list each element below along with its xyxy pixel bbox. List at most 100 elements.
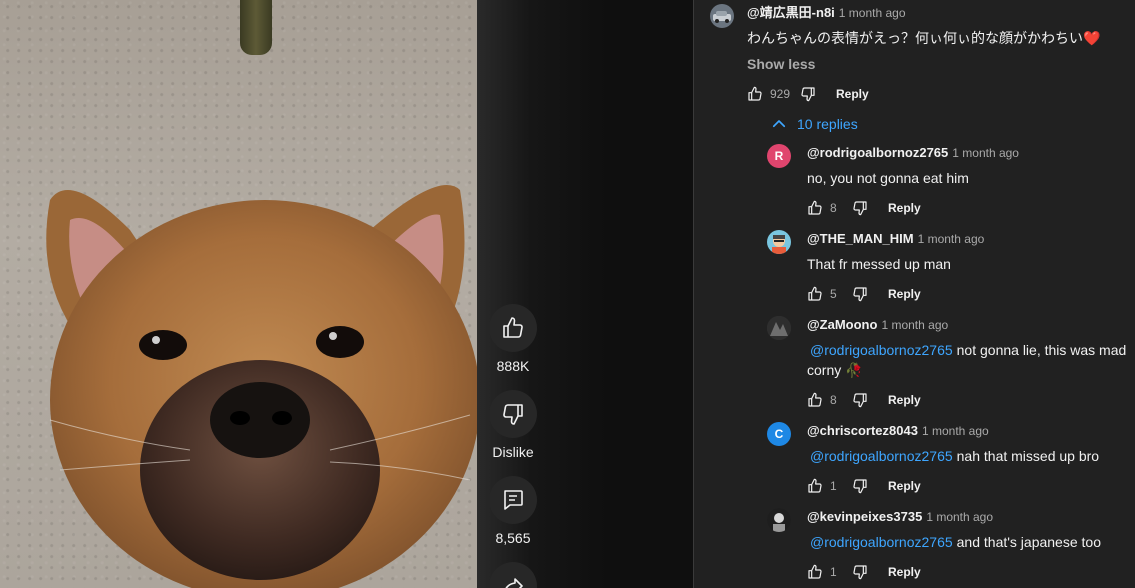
reply-avatar[interactable]: R bbox=[767, 144, 791, 168]
cartoon-avatar-icon bbox=[772, 235, 786, 254]
puppy-image bbox=[46, 185, 477, 588]
thumbs-down-icon bbox=[853, 393, 867, 408]
reply-avatar[interactable] bbox=[767, 316, 791, 340]
reply-time[interactable]: 1 month ago bbox=[926, 510, 993, 524]
reply-toolbar: 1 Reply bbox=[807, 476, 1132, 496]
comments-panel: @靖広黒田-n8i 1 month ago わんちゃんの表情がえっ？何ぃ何ぃ的な顔… bbox=[693, 0, 1135, 588]
comment-like-button[interactable] bbox=[747, 86, 763, 102]
like-count: 888K bbox=[496, 358, 530, 374]
show-less-button[interactable]: Show less bbox=[747, 56, 815, 72]
thumbs-down-icon bbox=[853, 287, 867, 302]
reply-like-button[interactable] bbox=[807, 392, 823, 408]
chevron-up-icon bbox=[772, 120, 786, 128]
avatar-letter: C bbox=[774, 427, 784, 441]
thumbs-up-icon bbox=[808, 478, 822, 493]
share-icon bbox=[505, 578, 523, 588]
reply-text: That fr messed up man bbox=[807, 256, 951, 272]
reply-avatar[interactable] bbox=[767, 230, 791, 254]
comment-icon bbox=[504, 490, 523, 510]
dislike-button[interactable] bbox=[489, 390, 537, 438]
reply-reply-button[interactable]: Reply bbox=[888, 565, 921, 579]
reply-reply-button[interactable]: Reply bbox=[888, 287, 921, 301]
share-button[interactable] bbox=[489, 562, 537, 588]
reply-author[interactable]: @kevinpeixes3735 bbox=[807, 509, 922, 524]
reply-item: C @chriscortez8043 1 month ago @rodrigoal… bbox=[767, 422, 1132, 496]
reply-item: @ZaMoono 1 month ago @rodrigoalbornoz2765… bbox=[767, 316, 1132, 410]
reply-toolbar: 8 Reply bbox=[807, 390, 1132, 410]
reply-dislike-button[interactable] bbox=[852, 200, 868, 216]
reply-time[interactable]: 1 month ago bbox=[922, 424, 989, 438]
thumbs-up-icon bbox=[808, 200, 822, 215]
replies-toggle-label: 10 replies bbox=[797, 116, 858, 132]
reply-reply-button[interactable]: Reply bbox=[888, 393, 921, 407]
reply-item: @THE_MAN_HIM 1 month ago That fr messed u… bbox=[767, 230, 1132, 304]
thumbs-down-icon bbox=[801, 87, 815, 102]
comment-like-count: 929 bbox=[770, 87, 791, 101]
thumbs-up-icon bbox=[808, 392, 822, 407]
reply-like-button[interactable] bbox=[807, 564, 823, 580]
dark-avatar-icon bbox=[767, 316, 791, 340]
reply-like-button[interactable] bbox=[807, 286, 823, 302]
reply-dislike-button[interactable] bbox=[852, 286, 868, 302]
reply-author[interactable]: @ZaMoono bbox=[807, 317, 877, 332]
reply-like-count: 8 bbox=[830, 393, 837, 407]
reply-text: @rodrigoalbornoz2765 nah that missed up b… bbox=[807, 446, 1132, 466]
comment-text-content: わんちゃんの表情がえっ？何ぃ何ぃ的な顔がかわちい bbox=[747, 30, 1083, 46]
reply-like-count: 1 bbox=[830, 565, 837, 579]
comment-count: 8,565 bbox=[495, 530, 531, 546]
reply-dislike-button[interactable] bbox=[852, 478, 868, 494]
reply-mention[interactable]: @rodrigoalbornoz2765 bbox=[810, 448, 953, 464]
reply-text: @rodrigoalbornoz2765 not gonna lie, this … bbox=[807, 340, 1132, 380]
reply-like-button[interactable] bbox=[807, 200, 823, 216]
reply-like-count: 8 bbox=[830, 201, 837, 215]
reply-reply-button[interactable]: Reply bbox=[888, 201, 921, 215]
comment-avatar[interactable] bbox=[710, 4, 734, 28]
reply-like-button[interactable] bbox=[807, 478, 823, 494]
comment-text: わんちゃんの表情がえっ？何ぃ何ぃ的な顔がかわちい❤️ bbox=[747, 28, 1130, 48]
reply-text-content: nah that missed up bro bbox=[956, 448, 1100, 464]
video-stick bbox=[240, 0, 272, 55]
reply-author[interactable]: @rodrigoalbornoz2765 bbox=[807, 145, 948, 160]
comment-toolbar: 929 Reply bbox=[747, 84, 1130, 104]
video-actions: 888K Dislike 8,565 bbox=[489, 304, 537, 588]
comment-thread: @靖広黒田-n8i 1 month ago わんちゃんの表情がえっ？何ぃ何ぃ的な顔… bbox=[710, 4, 1130, 104]
replies-toggle[interactable]: 10 replies bbox=[770, 115, 858, 133]
reply-like-count: 1 bbox=[830, 479, 837, 493]
video-player[interactable] bbox=[0, 0, 477, 588]
reply-time[interactable]: 1 month ago bbox=[881, 318, 948, 332]
comment-reply-button[interactable]: Reply bbox=[836, 87, 869, 101]
reply-reply-button[interactable]: Reply bbox=[888, 479, 921, 493]
like-button[interactable] bbox=[489, 304, 537, 352]
reply-mention[interactable]: @rodrigoalbornoz2765 bbox=[810, 342, 953, 358]
reply-toolbar: 8 Reply bbox=[807, 198, 1132, 218]
reply-avatar[interactable]: C bbox=[767, 422, 791, 446]
heart-emoji: ❤️ bbox=[1083, 30, 1101, 46]
car-avatar-icon bbox=[710, 4, 734, 28]
reply-time[interactable]: 1 month ago bbox=[918, 232, 985, 246]
avatar-letter: R bbox=[774, 149, 784, 163]
reply-author[interactable]: @THE_MAN_HIM bbox=[807, 231, 914, 246]
reply-text: no, you not gonna eat him bbox=[807, 170, 969, 186]
comments-button[interactable] bbox=[489, 476, 537, 524]
comment-dislike-button[interactable] bbox=[800, 86, 816, 102]
dislike-label: Dislike bbox=[492, 444, 534, 460]
comment-time[interactable]: 1 month ago bbox=[839, 6, 906, 20]
reply-item: @kevinpeixes3735 1 month ago @rodrigoalbo… bbox=[767, 508, 1132, 582]
thumbs-up-icon bbox=[503, 317, 523, 338]
thumbs-up-icon bbox=[808, 286, 822, 301]
thumbs-down-icon bbox=[853, 479, 867, 494]
thumbs-up-icon bbox=[748, 86, 762, 101]
reply-dislike-button[interactable] bbox=[852, 392, 868, 408]
reply-text: @rodrigoalbornoz2765 and that's japanese … bbox=[807, 532, 1132, 552]
reply-like-count: 5 bbox=[830, 287, 837, 301]
thumbs-up-icon bbox=[808, 564, 822, 579]
reply-toolbar: 5 Reply bbox=[807, 284, 1132, 304]
reply-time[interactable]: 1 month ago bbox=[952, 146, 1019, 160]
reply-mention[interactable]: @rodrigoalbornoz2765 bbox=[810, 534, 953, 550]
person-avatar-icon bbox=[767, 508, 791, 532]
thumbs-down-icon bbox=[853, 201, 867, 216]
reply-avatar[interactable] bbox=[767, 508, 791, 532]
reply-dislike-button[interactable] bbox=[852, 564, 868, 580]
comment-author[interactable]: @靖広黒田-n8i bbox=[747, 5, 835, 20]
reply-author[interactable]: @chriscortez8043 bbox=[807, 423, 918, 438]
